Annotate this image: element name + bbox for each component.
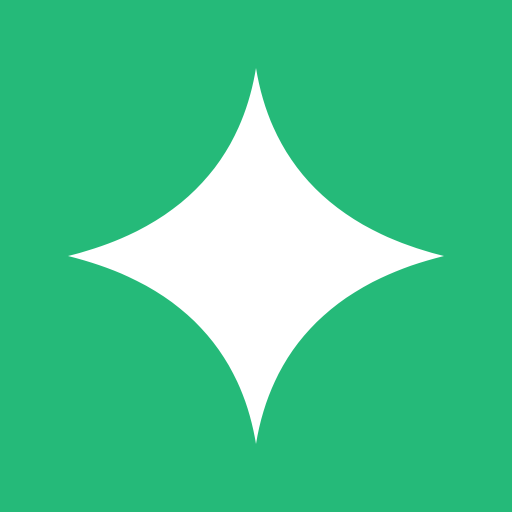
- app-icon: [0, 0, 512, 512]
- sparkle-icon: [68, 68, 444, 444]
- sparkle-shape: [68, 68, 444, 444]
